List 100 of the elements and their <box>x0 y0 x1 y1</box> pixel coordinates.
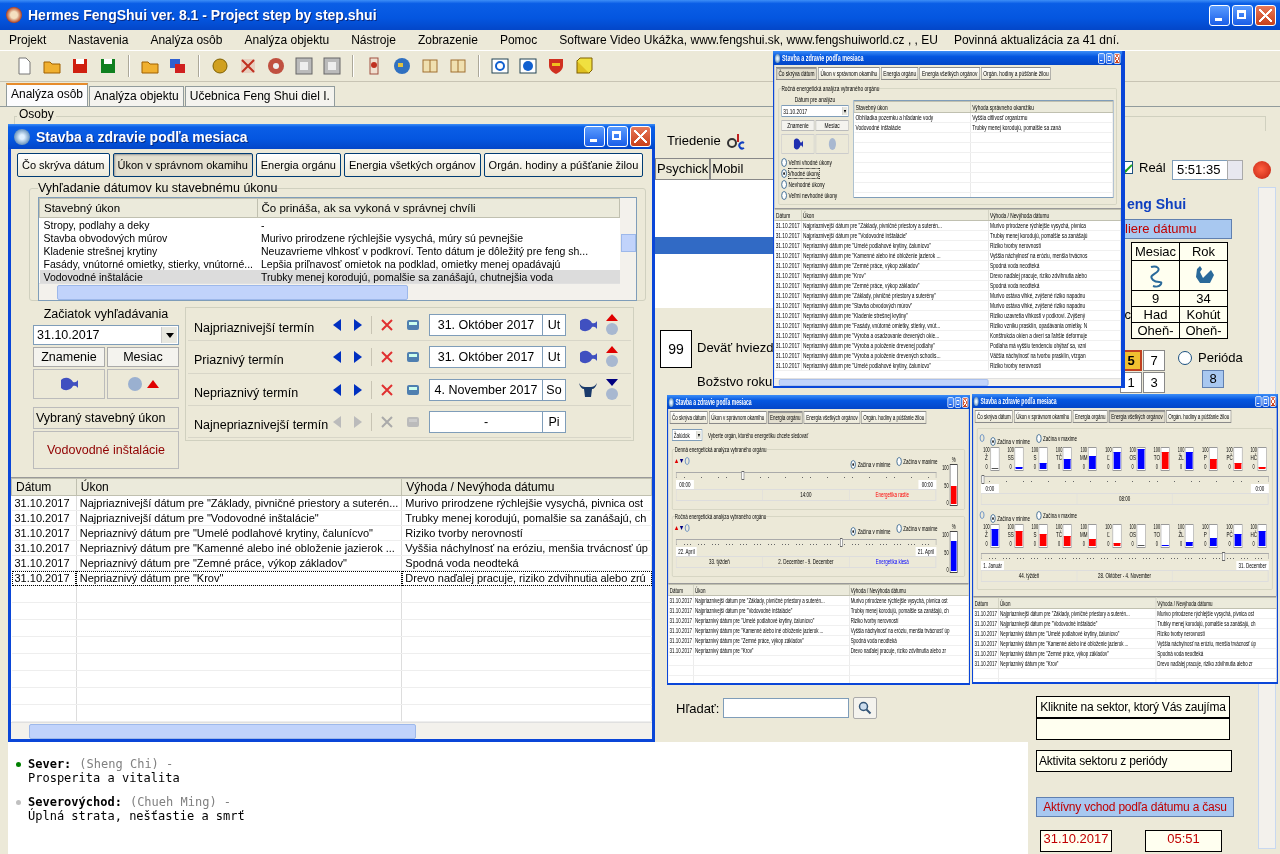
table-cell-text: Neuzavrieme vlhkosť v podkroví. Tento dátum je dôležitý pre feng sh... <box>260 244 590 257</box>
info-cell: 28. Október - 4. November <box>1077 571 1173 581</box>
table-cell: 31.10.2017 <box>774 340 802 351</box>
bar-label: OS <box>1129 531 1136 539</box>
table-cell: Vyššia citlivosť organizmu <box>970 112 1113 123</box>
table-cell: Riziko uzavretia vlhkosti v podkroví. Zvýšený <box>988 310 1121 321</box>
table-cell: Spodná voda neodteká <box>1155 648 1277 659</box>
range-start: 1. Január <box>980 561 1005 570</box>
table-cell: 31.10.2017 <box>774 250 802 261</box>
direction-name: Severovýchod: <box>28 795 122 809</box>
table-cell: Najpriaznivejší dátum pre "Základy, pivničné priestory a suterén... <box>76 495 402 511</box>
range-start: 00:00 <box>675 480 694 489</box>
table-cell: Nepriaznivý dátum pre "Zemné práce, výkop základov" <box>76 555 402 571</box>
table-cell: 31.10.2017 <box>774 270 802 281</box>
table-cell: 31.10.2017 <box>774 310 802 321</box>
table-cell: Riziko tvorby nerovností <box>988 360 1121 371</box>
table-cell-text: c <box>1123 306 1132 323</box>
table-cell: Najpriaznivejší dátum pre "Základy, pivničné priestory a suterén... <box>801 220 989 231</box>
table-cell: Vodovodné inštalácie <box>854 122 971 133</box>
field-label: Začiatok vyhľadávania <box>42 307 170 321</box>
term-label: Najpriaznivejší termín <box>194 320 316 336</box>
table-cell: 31.10.2017 <box>11 555 77 571</box>
table-cell: 31.10.2017 <box>668 635 694 646</box>
table-cell: 31.10.2017 <box>774 300 802 311</box>
table-cell: Nepriaznivý dátum pre "Zemné práce, výkop základov" <box>998 648 1156 659</box>
table-cell: Murivo prirodzene rýchlejšie vysychá, pivnica ost <box>401 495 652 511</box>
table-cell: Drevo naďalej pracuje, riziko zdvihnutia alebo zrú <box>401 570 652 586</box>
direction-chinese: (Chueh Ming) - <box>128 795 233 809</box>
table-cell-text: Stavba obvodových múrov <box>42 231 169 244</box>
section-banner: Aktívny vchod podľa dátumu a času <box>1036 797 1234 817</box>
range-end: 0:00 <box>1250 484 1269 493</box>
table-cell: Obhliadka pozemku a hľadanie vody <box>854 112 971 123</box>
bar-label: P <box>1203 531 1207 539</box>
table-cell: Nepriaznivý dátum pre "Kamenné alebo iné obloženie jazierok ... <box>801 250 989 261</box>
term-label: Nepriaznivý termín <box>194 384 300 400</box>
table-cell: Murivo ostáva vlhké, zvýšené riziko napadnu <box>988 290 1121 301</box>
group-label: Denná energetická analýza vybraného orgánu <box>674 445 767 454</box>
window-title: Stavba a zdravie podľa mesiaca <box>36 128 249 145</box>
bar-label: Ľ <box>1107 531 1110 539</box>
bar-label: Ľ <box>1107 454 1110 462</box>
bar-label: S <box>1033 454 1037 462</box>
direction-meaning: Úplná strata, nešťastie a smrť <box>28 809 246 823</box>
day-field: Ut <box>542 314 566 337</box>
table-cell: 31.10.2017 <box>11 510 77 526</box>
info-cell: 2. December - 9. December <box>762 557 850 567</box>
info-label: Deväť hviezd <box>697 340 774 355</box>
table-cell: Nepriaznivý dátum pre "Umelé podlahové krytiny, čalunícvo" <box>801 360 989 371</box>
date-field: 31. Október 2017 <box>429 346 543 369</box>
table-cell: Najpriaznivejší dátum pre "Základy, pivničné priestory a suterén... <box>998 608 1156 619</box>
field-label: Vybraný stavebný úkon <box>33 407 179 429</box>
section-banner: liere dátumu <box>1122 219 1232 239</box>
table-cell: Nepriaznivý dátum pre "Stavba obvodových múrov" <box>801 300 989 311</box>
table-cell: Nepriaznivý dátum pre "Kladenie strešnej krytiny" <box>801 310 989 321</box>
date-field: - <box>429 410 543 433</box>
table-cell: Nepriaznivý dátum pre "Kamenné alebo iné obloženie jazierok ... <box>693 625 850 636</box>
table-cell: 31.10.2017 <box>774 320 802 331</box>
info-label: Božstvo roku <box>697 374 773 389</box>
range-start: 22. Apríl <box>675 547 697 556</box>
group-label: Ročná energetická analýza vybraného orgánu <box>781 84 880 93</box>
table-cell: 31.10.2017 <box>774 330 802 341</box>
table-cell: Stropy, podlahy a deky <box>39 217 257 231</box>
range-start: 0:00 <box>980 484 999 493</box>
field-label: Dátum pre analýzu <box>793 95 837 104</box>
table-cell: Murivo ostáva vlhké, zvýšené riziko napadnu <box>988 300 1121 311</box>
direction-meaning: Prosperita a vitalita <box>28 771 181 785</box>
table-cell: Najpriaznivejší dátum pre "Vodovodné inštalácie" <box>998 618 1156 629</box>
bar-label: OS <box>1129 454 1136 462</box>
table-cell: 31.10.2017 <box>774 230 802 241</box>
table-cell: 31.10.2017 <box>973 658 999 669</box>
table-cell: Nepriaznivý dátum pre "Kamenné alebo iné obloženie jazierok ... <box>76 540 402 556</box>
table-cell: Spodná voda neodteká <box>849 635 969 646</box>
table-cell: 31.10.2017 <box>973 648 999 659</box>
table-cell: 31.10.2017 <box>973 638 999 649</box>
group-label: Vyhľadanie dátumov ku stavebnému úkonu <box>38 181 278 195</box>
table-cell: Spodná voda neodteká <box>401 555 652 571</box>
table-cell: 31.10.2017 <box>774 240 802 251</box>
table-cell: Spodná voda neodteká <box>988 280 1121 291</box>
table-cell: Riziko tvorby nerovností <box>1155 628 1277 639</box>
table-cell: Konštrukcia okien a dverí sa ľahšie deformuje <box>988 330 1121 341</box>
search-label: Hľadať: <box>676 700 720 716</box>
table-cell: Riziko tvorby nerovností <box>401 525 652 541</box>
date-field: 4. November 2017 <box>429 378 543 401</box>
table-cell: Nepriaznivý dátum pre "Výroba a položenie drevenej podlahy" <box>801 340 989 351</box>
sort-label: Triedenie <box>667 133 721 148</box>
day-field: So <box>542 378 566 401</box>
table-cell: 31.10.2017 <box>774 350 802 361</box>
table-cell: Drevo naďalej pracuje, riziko zdvihnutia alebo zr <box>849 645 969 656</box>
bar-label: S <box>1033 531 1037 539</box>
table-cell: 31.10.2017 <box>774 280 802 291</box>
table-cell: Nepriaznivý dátum pre "Výroba a osadzovanie drevených okie... <box>801 330 989 341</box>
table-cell: Nepriaznivý dátum pre "Umelé podlahové krytiny, čalunícvo" <box>693 615 850 626</box>
direction-chinese: (Sheng Chi) - <box>78 757 175 771</box>
activity-row: Aktivita sektoru z periódy <box>1036 750 1232 772</box>
table-cell: Murivo prirodzene rýchlejšie vysychá, pivnica ost <box>849 595 969 606</box>
table-cell: 31.10.2017 <box>668 625 694 636</box>
info-cell: 33. týždeň <box>676 557 763 567</box>
table-cell: Riziko tvorby nerovností <box>849 615 969 626</box>
status-cell: Energetika klesá <box>849 557 936 567</box>
bar-label: SS <box>1007 454 1014 462</box>
day-field: Pi <box>542 410 566 433</box>
